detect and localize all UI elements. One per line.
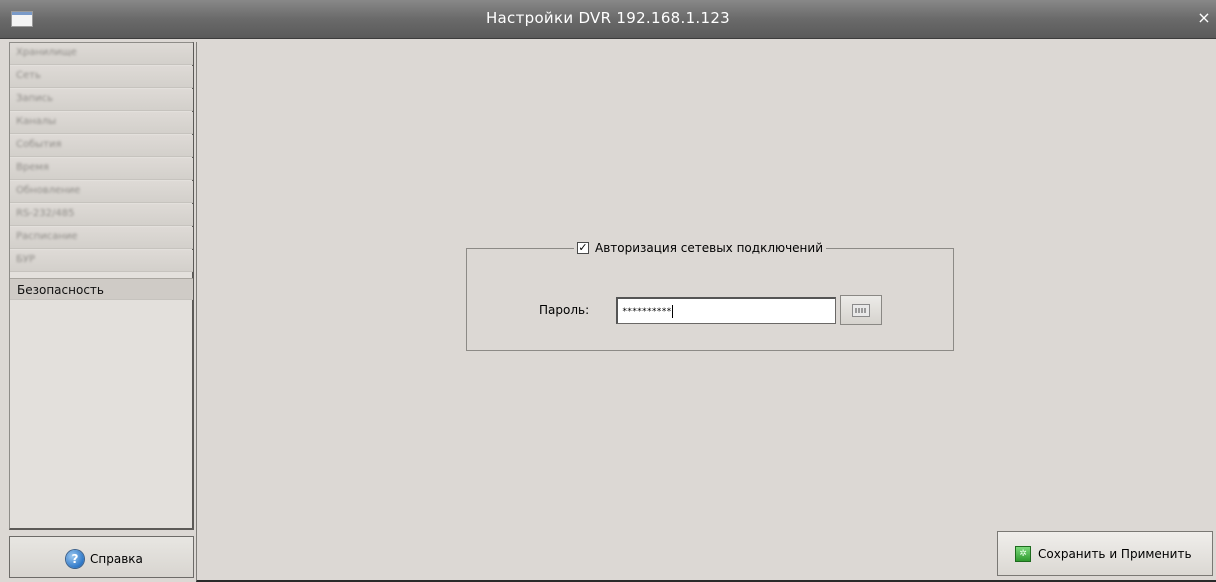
password-label: Пароль: bbox=[539, 303, 590, 317]
sidebar-item-events[interactable]: События bbox=[10, 135, 193, 157]
sidebar-item-label: Запись bbox=[16, 93, 53, 104]
sidebar-item-label: Обновление bbox=[16, 185, 81, 196]
help-icon: ? bbox=[66, 550, 84, 568]
sidebar-item-label: Хранилище bbox=[16, 47, 77, 58]
sidebar-item-bur[interactable]: БУР bbox=[10, 250, 193, 272]
close-icon[interactable]: × bbox=[1196, 9, 1212, 27]
keyboard-icon bbox=[852, 304, 870, 317]
sidebar-item-security[interactable]: Безопасность bbox=[10, 278, 193, 300]
password-value: ********** bbox=[622, 307, 672, 317]
save-apply-button[interactable]: ✲ Сохранить и Применить bbox=[997, 531, 1213, 576]
sidebar-item-label: Сеть bbox=[16, 70, 41, 81]
sidebar-item-label: Время bbox=[16, 162, 49, 173]
text-caret bbox=[672, 305, 674, 318]
settings-window: Настройки DVR 192.168.1.123 × Хранилище … bbox=[0, 0, 1216, 582]
sidebar-item-label: БУР bbox=[16, 254, 35, 265]
save-apply-icon: ✲ bbox=[1015, 546, 1031, 562]
sidebar-item-label: Безопасность bbox=[17, 283, 104, 297]
network-auth-label: Авторизация сетевых подключений bbox=[595, 241, 823, 255]
sidebar-item-label: RS-232/485 bbox=[16, 208, 75, 219]
help-button[interactable]: ? Справка bbox=[9, 536, 194, 578]
password-field[interactable]: ********** bbox=[616, 297, 836, 324]
title-bar[interactable]: Настройки DVR 192.168.1.123 × bbox=[0, 0, 1216, 39]
sidebar-item-network[interactable]: Сеть bbox=[10, 66, 193, 88]
sidebar-item-rs232[interactable]: RS-232/485 bbox=[10, 204, 193, 226]
sidebar-item-label: Расписание bbox=[16, 231, 78, 242]
sidebar-item-time[interactable]: Время bbox=[10, 158, 193, 180]
network-auth-legend[interactable]: ✓ Авторизация сетевых подключений bbox=[574, 239, 826, 257]
network-auth-checkbox[interactable]: ✓ bbox=[577, 242, 589, 254]
sidebar-item-update[interactable]: Обновление bbox=[10, 181, 193, 203]
sidebar-item-label: Каналы bbox=[16, 116, 57, 127]
help-button-label: Справка bbox=[90, 552, 143, 566]
sidebar-item-record[interactable]: Запись bbox=[10, 89, 193, 111]
settings-sidebar: Хранилище Сеть Запись Каналы События Вре… bbox=[9, 42, 194, 530]
sidebar-item-channels[interactable]: Каналы bbox=[10, 112, 193, 134]
save-apply-label: Сохранить и Применить bbox=[1038, 547, 1192, 561]
sidebar-item-schedule[interactable]: Расписание bbox=[10, 227, 193, 249]
window-title: Настройки DVR 192.168.1.123 bbox=[485, 9, 731, 27]
virtual-keyboard-button[interactable] bbox=[840, 295, 882, 325]
sidebar-item-label: События bbox=[16, 139, 62, 150]
sidebar-item-storage[interactable]: Хранилище bbox=[10, 43, 193, 65]
